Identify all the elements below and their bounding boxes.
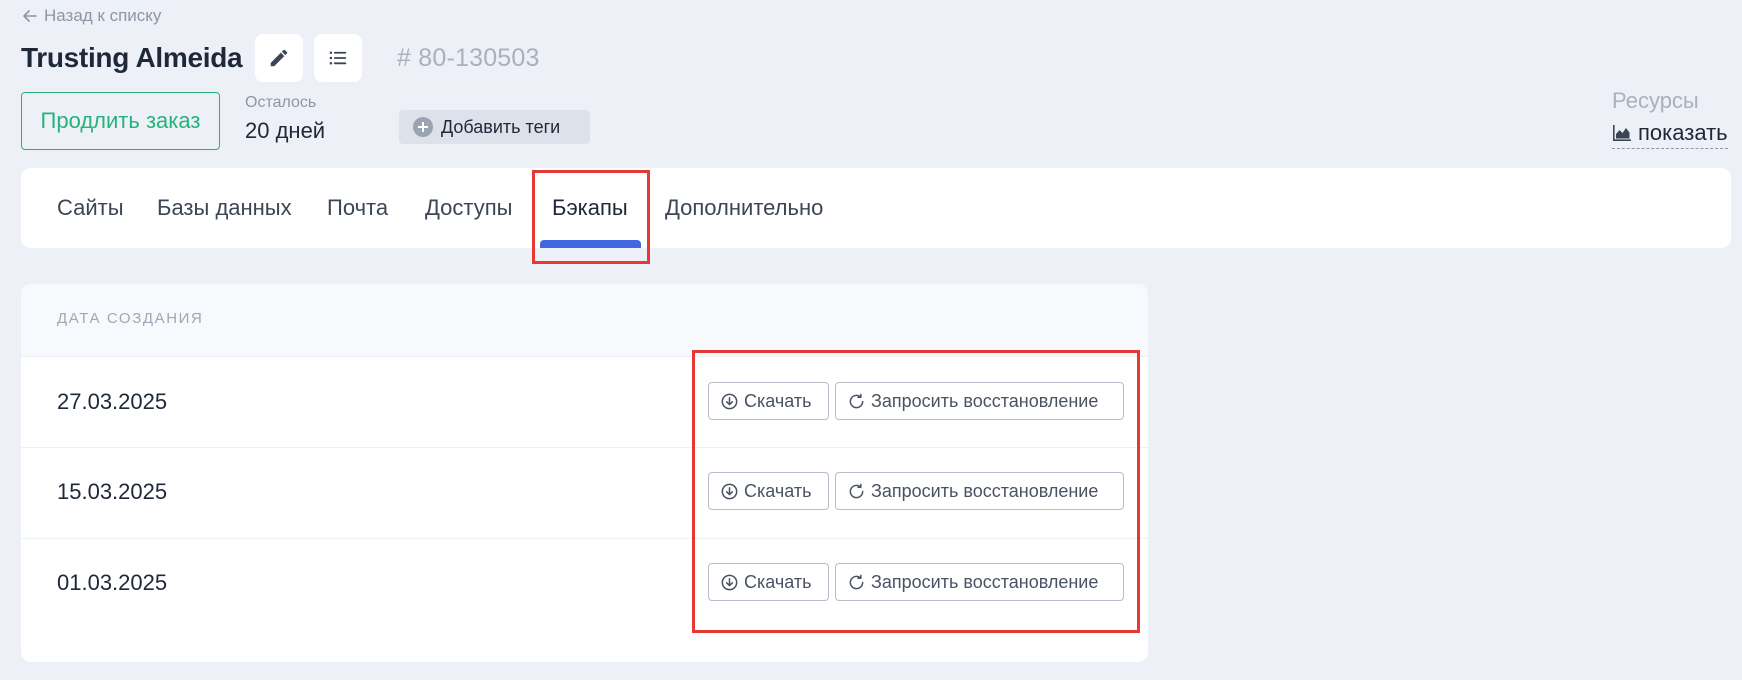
- remaining-value: 20 дней: [245, 118, 326, 143]
- resources-show-link[interactable]: показать: [1612, 120, 1728, 149]
- list-icon: [329, 51, 347, 65]
- backup-date: 01.03.2025: [57, 570, 168, 595]
- page-title: Trusting Almeida: [21, 42, 243, 73]
- request-restore-label: Запросить восстановление: [871, 390, 1099, 411]
- tab-additional[interactable]: Дополнительно: [665, 168, 823, 248]
- download-button[interactable]: Скачать: [708, 472, 829, 510]
- backup-date: 15.03.2025: [57, 479, 168, 504]
- plus-circle-icon: [413, 117, 433, 137]
- request-restore-button[interactable]: Запросить восстановление: [835, 563, 1124, 601]
- order-number: # 80-130503: [397, 44, 540, 72]
- add-tags-button[interactable]: Добавить теги: [399, 110, 590, 144]
- edit-button[interactable]: [255, 34, 303, 82]
- resources-show-label: показать: [1638, 120, 1728, 145]
- column-header-creation-date: ДАТА СОЗДАНИЯ: [57, 310, 204, 327]
- add-tags-label: Добавить теги: [441, 116, 561, 137]
- list-view-button[interactable]: [314, 34, 362, 82]
- tab-mail[interactable]: Почта: [327, 168, 388, 248]
- area-chart-icon: [1613, 125, 1631, 141]
- download-circle-icon: [721, 483, 738, 499]
- remaining-label: Осталось: [245, 94, 317, 111]
- arrow-left-icon: [23, 10, 37, 22]
- download-button[interactable]: Скачать: [708, 563, 829, 601]
- pencil-icon: [270, 49, 288, 67]
- resources-label: Ресурсы: [1612, 88, 1699, 113]
- download-label: Скачать: [744, 571, 812, 592]
- back-to-list-label: Назад к списку: [44, 6, 162, 25]
- request-restore-button[interactable]: Запросить восстановление: [835, 382, 1124, 420]
- download-label: Скачать: [744, 480, 812, 501]
- row-divider: [21, 538, 1148, 539]
- refresh-icon: [849, 574, 864, 589]
- active-tab-indicator: [540, 240, 641, 248]
- refresh-icon: [849, 393, 864, 408]
- download-circle-icon: [721, 393, 738, 409]
- tab-access[interactable]: Доступы: [425, 168, 512, 248]
- back-to-list-link[interactable]: Назад к списку: [22, 4, 161, 28]
- tab-backups[interactable]: Бэкапы: [552, 168, 628, 248]
- row-divider: [21, 447, 1148, 448]
- tab-sites[interactable]: Сайты: [57, 168, 124, 248]
- download-circle-icon: [721, 574, 738, 590]
- refresh-icon: [849, 483, 864, 498]
- extend-order-button[interactable]: Продлить заказ: [21, 92, 220, 150]
- download-button[interactable]: Скачать: [708, 382, 829, 420]
- download-label: Скачать: [744, 390, 812, 411]
- row-divider: [21, 356, 1148, 357]
- request-restore-button[interactable]: Запросить восстановление: [835, 472, 1124, 510]
- backup-date: 27.03.2025: [57, 389, 168, 414]
- request-restore-label: Запросить восстановление: [871, 480, 1099, 501]
- request-restore-label: Запросить восстановление: [871, 571, 1099, 592]
- tab-databases[interactable]: Базы данных: [157, 168, 292, 248]
